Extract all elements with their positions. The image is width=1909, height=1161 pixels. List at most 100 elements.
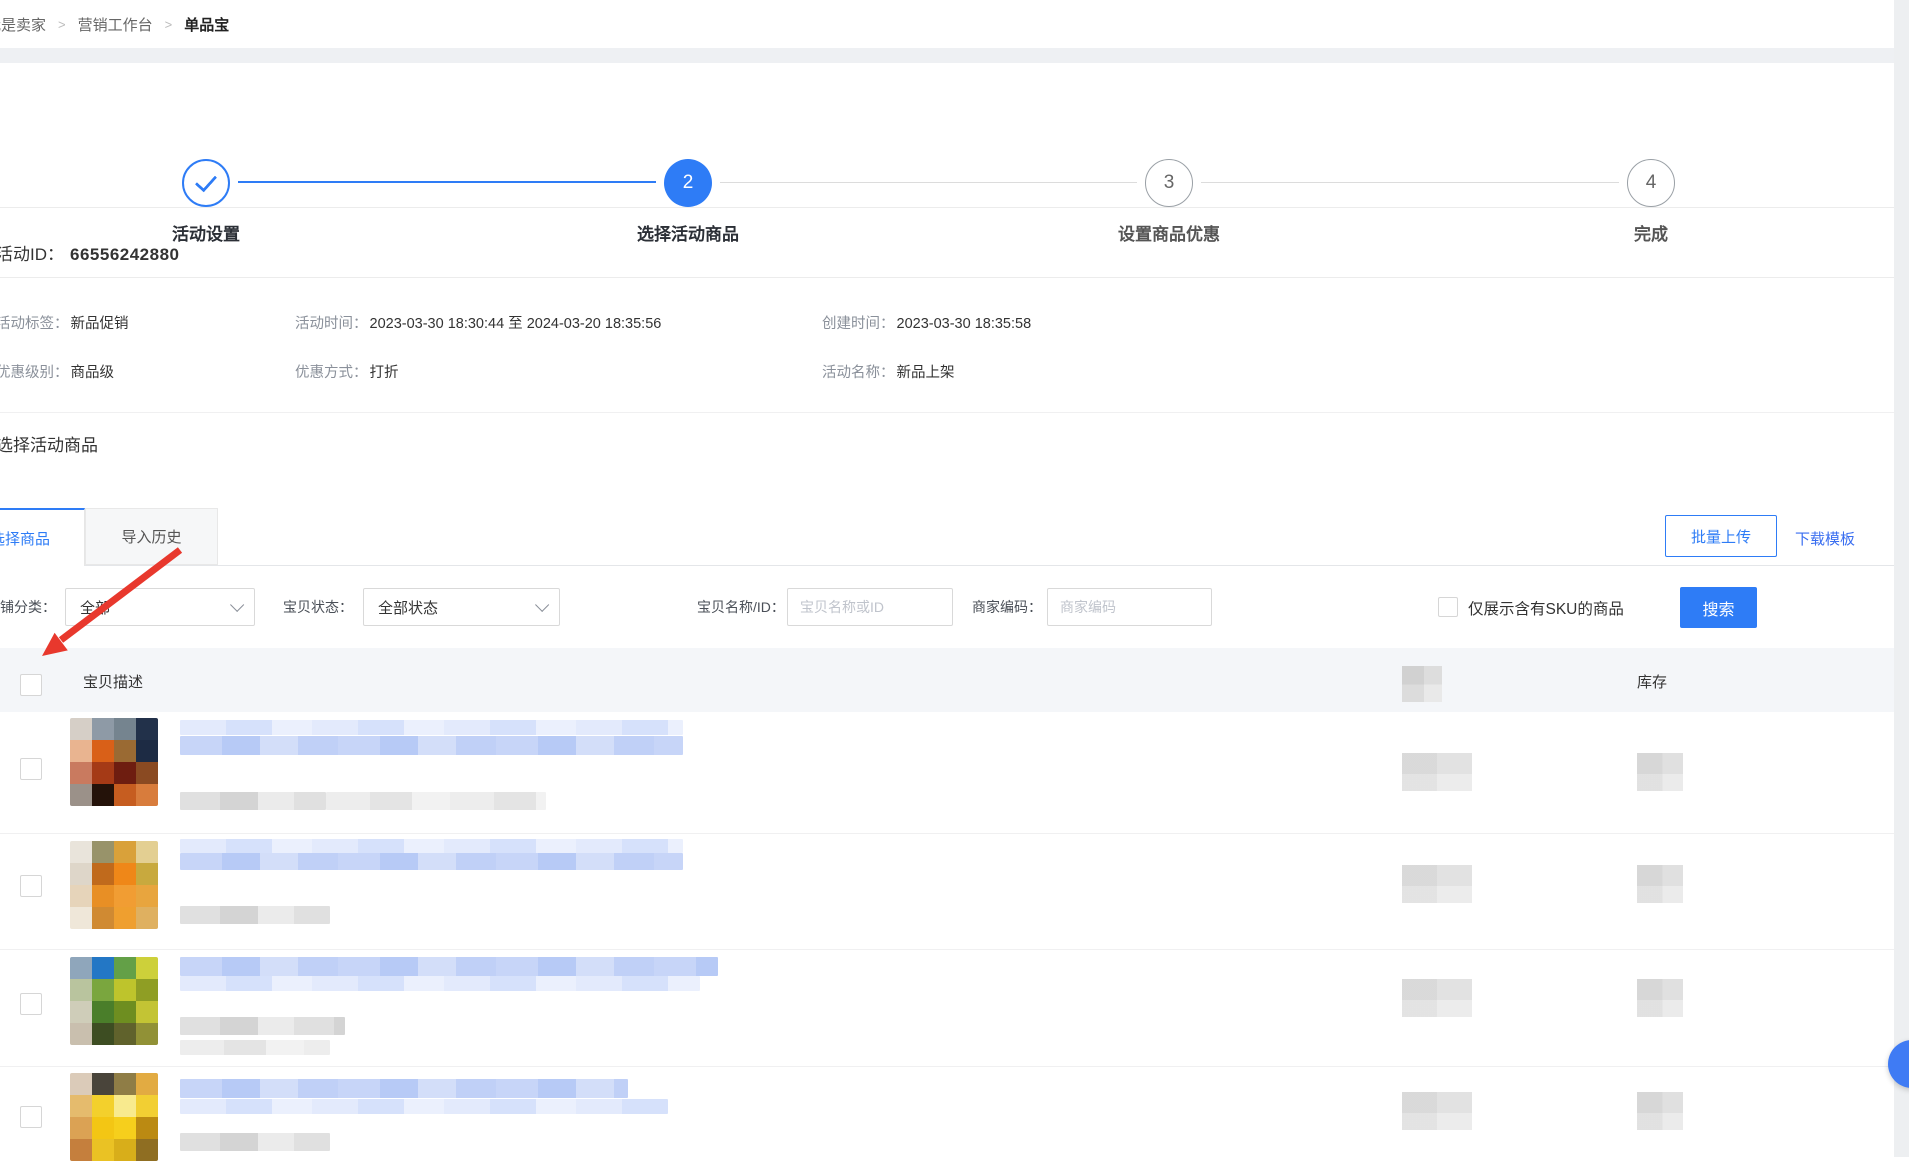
mosaic-cell (114, 863, 136, 885)
mosaic-cell (114, 718, 136, 740)
mosaic-cell (92, 1117, 114, 1139)
field-value: 2023-03-30 18:35:58 (897, 316, 1032, 332)
product-title-blurred[interactable] (180, 736, 683, 755)
search-button[interactable]: 搜索 (1680, 587, 1757, 628)
mosaic-cell (70, 907, 92, 929)
field-value: 新品促销 (71, 316, 129, 332)
field-discount-level: 优惠级别：商品级 (0, 361, 114, 382)
tabs-row: 选择商品 导入历史 批量上传 下载模板 (0, 508, 1909, 566)
mosaic-cell (92, 957, 114, 979)
mosaic-cell (114, 1001, 136, 1023)
product-title-blurred[interactable] (180, 1079, 628, 1098)
step-number: 2 (683, 172, 694, 194)
mosaic-cell (136, 907, 158, 929)
mosaic-cell (136, 784, 158, 806)
field-activity-name: 活动名称：新品上架 (822, 361, 955, 382)
product-title-blurred[interactable] (180, 957, 718, 976)
step-circle-3: 3 (1145, 159, 1193, 207)
mosaic-cell (114, 740, 136, 762)
mosaic-cell (70, 885, 92, 907)
step-label-finish: 完成 (1541, 220, 1761, 245)
sku-only-checkbox[interactable] (1438, 597, 1458, 617)
tab-import-history[interactable]: 导入历史 (85, 508, 218, 565)
breadcrumb-item-danpinbao: 单品宝 (184, 14, 229, 35)
mosaic-cell (70, 979, 92, 1001)
stock-value-blurred (1637, 753, 1683, 791)
step-label-select-items: 选择活动商品 (578, 220, 798, 245)
tab-select-items[interactable]: 选择商品 (0, 508, 85, 566)
merchant-code-input[interactable] (1047, 588, 1212, 626)
table-row (0, 950, 1909, 1067)
mosaic-cell (114, 841, 136, 863)
mosaic-cell (136, 1023, 158, 1045)
mosaic-cell (136, 841, 158, 863)
mosaic-cell (92, 1073, 114, 1095)
mosaic-cell (70, 740, 92, 762)
mosaic-cell (92, 979, 114, 1001)
step-circle-2: 2 (664, 159, 712, 207)
product-title-blurred[interactable] (180, 853, 683, 870)
row-checkbox[interactable] (20, 758, 42, 780)
product-title-blurred[interactable] (180, 976, 700, 991)
step-circle-4: 4 (1627, 159, 1675, 207)
row-checkbox[interactable] (20, 1106, 42, 1128)
mosaic-cell (92, 885, 114, 907)
stock-value-blurred (1637, 865, 1683, 903)
mosaic-cell (92, 863, 114, 885)
mosaic-cell (70, 718, 92, 740)
mosaic-cell (136, 1095, 158, 1117)
step-wizard: 2 3 4 活动设置 选择活动商品 设置商品优惠 完成 (0, 63, 1909, 207)
mosaic-cell (70, 863, 92, 885)
shop-category-label: 店铺分类： (0, 597, 56, 617)
scrollbar-track[interactable] (1894, 0, 1909, 1157)
field-label: 活动名称： (822, 365, 895, 381)
download-template-link[interactable]: 下载模板 (1795, 528, 1855, 549)
product-title-blurred[interactable] (180, 720, 683, 735)
product-subtitle-blurred (180, 1040, 330, 1055)
mosaic-cell (114, 907, 136, 929)
mosaic-cell (92, 1023, 114, 1045)
activity-id: 活动ID：66556242880 (0, 240, 180, 265)
product-subtitle-blurred (180, 1133, 330, 1151)
mosaic-cell (136, 957, 158, 979)
product-image-blurred[interactable] (70, 957, 158, 1045)
item-status-value: 全部状态 (378, 597, 438, 618)
mosaic-cell (70, 1095, 92, 1117)
shop-category-select[interactable]: 全部 (65, 588, 255, 626)
table-header: 宝贝描述 库存 (0, 648, 1909, 712)
mosaic-cell (92, 1001, 114, 1023)
select-all-checkbox[interactable] (20, 674, 42, 696)
field-value: 商品级 (71, 365, 115, 381)
mosaic-cell (136, 1073, 158, 1095)
breadcrumb-item-seller[interactable]: 我是卖家 (0, 14, 46, 35)
step-label-set-discount: 设置商品优惠 (1059, 220, 1279, 245)
breadcrumb-item-marketing-workbench[interactable]: 营销工作台 (78, 14, 153, 35)
sku-only-label: 仅展示含有SKU的商品 (1468, 597, 1624, 619)
product-image-blurred[interactable] (70, 718, 158, 806)
mosaic-cell (92, 718, 114, 740)
mosaic-cell (70, 841, 92, 863)
step-connector (720, 182, 1137, 183)
filter-bar: 店铺分类： 全部 宝贝状态： 全部状态 宝贝名称/ID： 商家编码： 仅展示含有… (0, 566, 1909, 648)
field-value: 打折 (370, 365, 399, 381)
breadcrumb-separator-icon: > (165, 17, 173, 32)
table-row (0, 712, 1909, 834)
item-name-input[interactable] (787, 588, 953, 626)
mosaic-cell (136, 979, 158, 1001)
field-label: 活动时间： (295, 316, 368, 332)
product-title-blurred[interactable] (180, 1099, 668, 1114)
product-table-body (0, 712, 1909, 1160)
product-image-blurred[interactable] (70, 841, 158, 929)
product-subtitle-blurred (180, 906, 330, 924)
row-checkbox[interactable] (20, 993, 42, 1015)
step-number: 3 (1164, 172, 1175, 194)
field-create-time: 创建时间：2023-03-30 18:35:58 (822, 312, 1031, 333)
product-title-blurred[interactable] (180, 839, 683, 853)
breadcrumb: 我是卖家 > 营销工作台 > 单品宝 (0, 0, 1909, 48)
item-status-select[interactable]: 全部状态 (363, 588, 560, 626)
mosaic-cell (114, 1023, 136, 1045)
mosaic-cell (114, 957, 136, 979)
product-image-blurred[interactable] (70, 1073, 158, 1161)
row-checkbox[interactable] (20, 875, 42, 897)
batch-upload-button[interactable]: 批量上传 (1665, 515, 1777, 557)
